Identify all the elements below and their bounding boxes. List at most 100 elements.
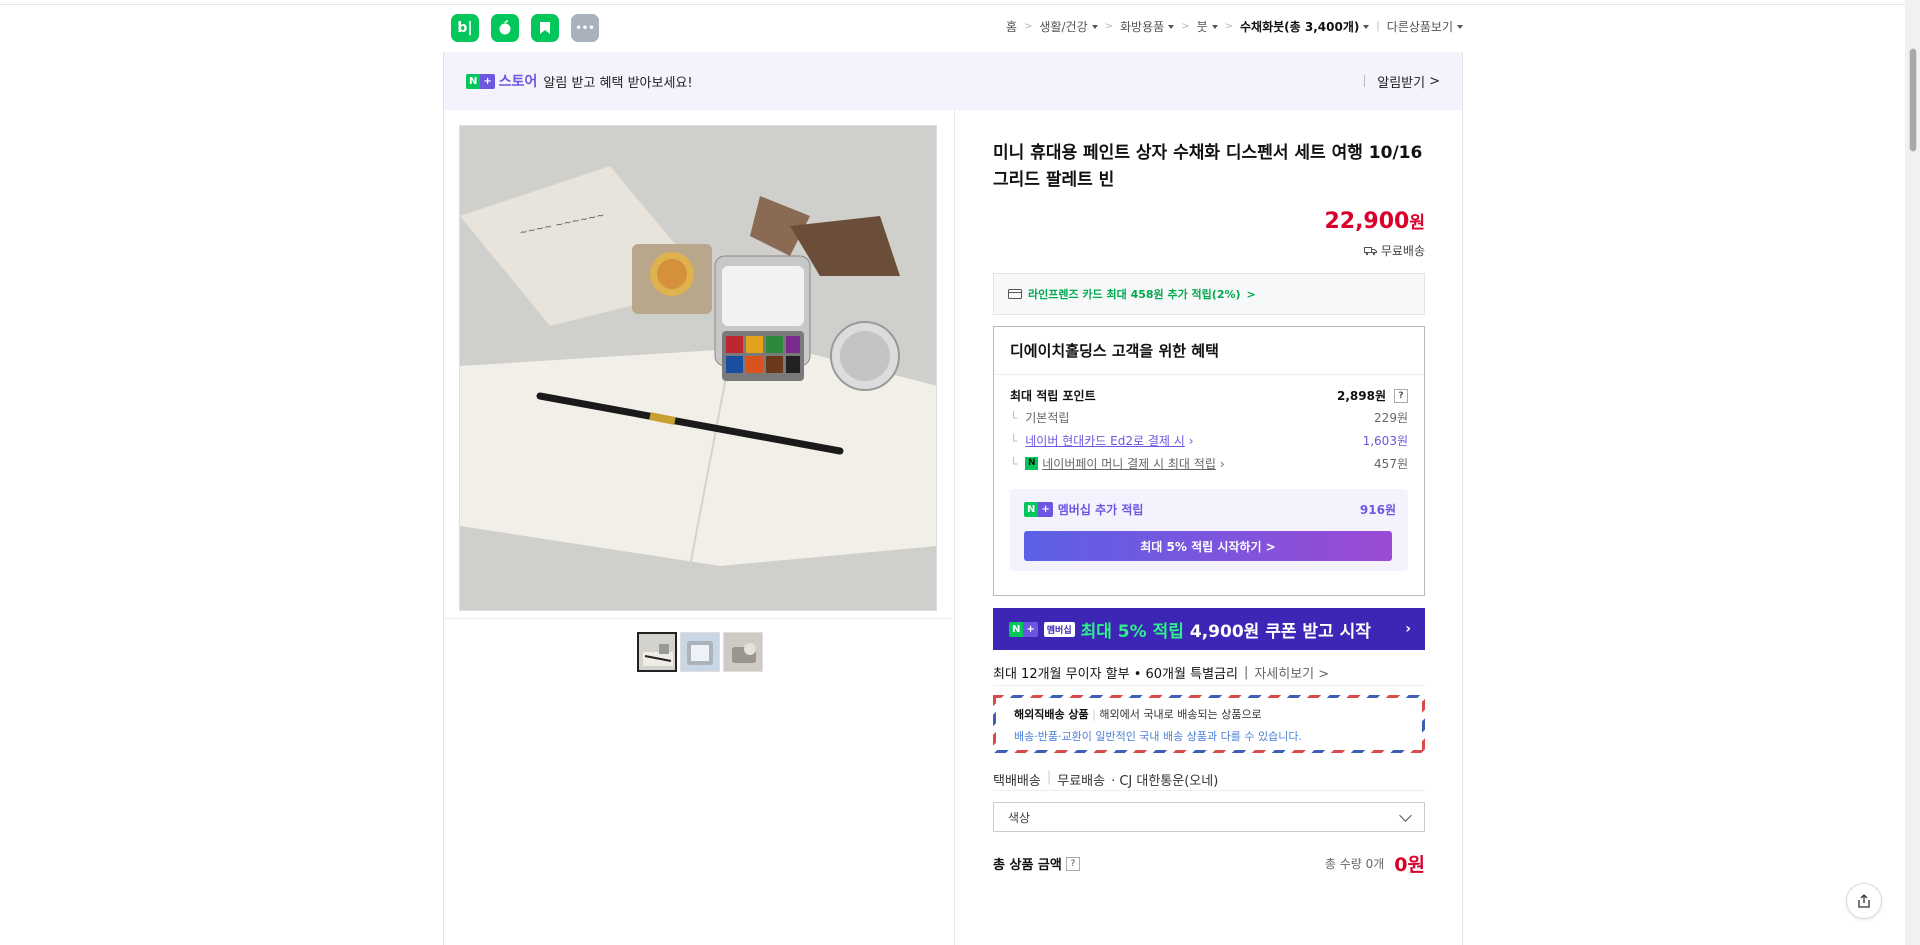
thumbnail-2[interactable]	[680, 632, 720, 672]
divider	[1364, 75, 1366, 87]
price-unit: 원	[1409, 213, 1425, 233]
promo-text: 4,900원 쿠폰 받고 시작	[1189, 621, 1371, 642]
help-icon[interactable]: ?	[1065, 856, 1080, 871]
basic-points-row: └ 기본적립 229원	[1010, 409, 1408, 426]
card-benefit-link[interactable]: 라인프렌즈 카드 최대 458원 추가 적립(2%) >	[993, 273, 1425, 315]
blog-app-icon[interactable]: b|	[451, 14, 479, 42]
chevron-right-icon: ›	[1219, 456, 1225, 471]
chevron-right-icon: >	[1429, 73, 1440, 89]
pay-points-value: 457원	[1374, 457, 1408, 471]
credit-card-icon	[1008, 289, 1022, 299]
divider	[993, 685, 1425, 686]
thumbnail-image	[724, 633, 762, 671]
divider: |	[1243, 665, 1249, 680]
scrollbar-thumb[interactable]	[1909, 48, 1917, 152]
gallery-divider	[444, 618, 954, 619]
n-badge: N	[1024, 502, 1039, 517]
delivery-type: 택배배송	[993, 774, 1041, 789]
store-alert-banner: N + 스토어 알림 받고 혜택 받아보세요! 알림받기 >	[444, 52, 1462, 110]
divider: |	[1046, 770, 1052, 785]
price-value: 22,900	[1324, 209, 1410, 234]
product-photo: ~~~~ ~~~~~~	[460, 126, 936, 610]
alarm-button-label: 알림받기	[1377, 75, 1426, 91]
page-scrollbar[interactable]	[1905, 0, 1920, 945]
overseas-notice: 배송·반품·교환이 일반적인 국내 배송 상품과 다를 수 있습니다.	[1014, 730, 1302, 743]
delivery-fee: 무료배송	[1057, 774, 1106, 789]
pay-points-link[interactable]: 네이버페이 머니 결제 시 최대 적립	[1042, 455, 1216, 472]
share-icon	[1858, 894, 1870, 908]
thumbnail-image	[639, 634, 675, 670]
product-main-image[interactable]: ~~~~ ~~~~~~	[459, 125, 937, 611]
breadcrumb: 홈 > 생활/건강 > 화방용품 > 붓 > 수채화붓(총 3,400개) | …	[1006, 18, 1463, 35]
card-points-link[interactable]: 네이버 현대카드 Ed2로 결제 시	[1025, 432, 1185, 449]
chevron-right-icon: ›	[1188, 433, 1194, 448]
benefit-heading: 디에이치홀딩스 고객을 위한 혜택	[994, 327, 1424, 375]
breadcrumb-category-3[interactable]: 붓	[1197, 18, 1218, 35]
chevron-right-icon: >	[1246, 287, 1256, 301]
more-app-icon[interactable]: •••	[571, 14, 599, 42]
membership-start-button[interactable]: 최대 5% 적립 시작하기 >	[1024, 531, 1392, 561]
chevron-down-icon	[1399, 808, 1412, 822]
delivery-carrier: · CJ 대한통운(오네)	[1111, 774, 1219, 789]
card-benefit-text: 라인프렌즈 카드 최대 458원 추가 적립(2%)	[1028, 288, 1241, 301]
cafe-icon	[499, 20, 511, 35]
breadcrumb-separator: >	[1224, 21, 1234, 32]
app-shortcuts: b| •••	[451, 14, 599, 42]
bookmark-app-icon[interactable]	[531, 14, 559, 42]
n-badge: N	[1009, 621, 1024, 637]
breadcrumb-separator: >	[1104, 21, 1114, 32]
other-products-dropdown[interactable]: 다른상품보기	[1387, 18, 1463, 35]
card-points-row: └ 네이버 현대카드 Ed2로 결제 시 › 1,603원	[1010, 432, 1408, 449]
shipping-label: 무료배송	[1380, 244, 1425, 258]
product-price: 22,900원	[1324, 208, 1425, 234]
n-badge: N	[466, 73, 481, 89]
alarm-button[interactable]: 알림받기 >	[1364, 72, 1440, 91]
store-label: 스토어	[498, 74, 538, 90]
membership-label: 멤버십 추가 적립	[1057, 503, 1144, 517]
card-points-value: 1,603원	[1362, 434, 1408, 448]
color-option-select[interactable]: 색상	[993, 802, 1425, 832]
overseas-shipping-notice: 해외직배송 상품 | 해외에서 국내로 배송되는 상품으로 배송·반품·교환이 …	[993, 695, 1425, 753]
breadcrumb-category-2[interactable]: 화방용품	[1120, 18, 1174, 35]
naver-plus-badge: N +	[1009, 621, 1038, 637]
overseas-title: 해외직배송 상품	[1014, 708, 1089, 721]
basic-points-value: 229원	[1374, 411, 1408, 425]
total-label: 총 상품 금액	[993, 858, 1062, 873]
tree-branch-icon: └	[1010, 410, 1018, 425]
thumbnail-image	[681, 633, 719, 671]
shipping-info: 무료배송	[1363, 242, 1425, 259]
total-amount: 0원	[1394, 854, 1425, 876]
delivery-info: 택배배송 | 무료배송 · CJ 대한통운(오네)	[993, 770, 1218, 789]
page-container: b| ••• 홈 > 생활/건강 > 화방용품 > 붓 > 수채화붓(총 3,4…	[443, 0, 1463, 945]
installment-detail-link[interactable]: 자세히보기 >	[1254, 663, 1329, 682]
chevron-right-icon: ›	[1405, 621, 1411, 637]
max-points-value: 2,898원	[1337, 389, 1386, 403]
truck-icon	[1363, 246, 1377, 255]
pay-points-row: └ N 네이버페이 머니 결제 시 최대 적립 › 457원	[1010, 455, 1408, 472]
product-frame: N + 스토어 알림 받고 혜택 받아보세요! 알림받기 > ~~~~ ~~~~…	[443, 52, 1463, 945]
share-button[interactable]	[1846, 883, 1882, 919]
plus-badge: +	[1023, 621, 1038, 637]
thumbnail-1[interactable]	[637, 632, 677, 672]
overseas-desc: 해외에서 국내로 배송되는 상품으로	[1099, 708, 1262, 721]
thumbnail-strip	[637, 632, 763, 672]
membership-value: 916원	[1359, 503, 1396, 517]
color-option-placeholder: 색상	[1008, 810, 1031, 825]
breadcrumb-separator: >	[1181, 21, 1190, 32]
breadcrumb-category-1[interactable]: 생활/건강	[1039, 18, 1097, 35]
breadcrumb-current[interactable]: 수채화붓(총 3,400개)	[1240, 18, 1369, 35]
overseas-line-1: 해외직배송 상품 | 해외에서 국내로 배송되는 상품으로	[1014, 708, 1262, 721]
npay-icon: N	[1025, 457, 1039, 470]
thumbnail-3[interactable]	[723, 632, 763, 672]
breadcrumb-home[interactable]: 홈	[1006, 18, 1017, 35]
help-icon[interactable]: ?	[1394, 388, 1408, 403]
promo-highlight: 최대 5% 적립	[1080, 621, 1184, 642]
membership-row: N + 멤버십 추가 적립 916원	[1024, 501, 1396, 518]
basic-points-label: 기본적립	[1025, 411, 1070, 425]
naver-plus-badge: N +	[1024, 502, 1053, 517]
product-title: 미니 휴대용 페인트 상자 수채화 디스펜서 세트 여행 10/16 그리드 팔…	[993, 143, 1423, 190]
membership-coupon-banner[interactable]: N + 멤버십 최대 5% 적립 4,900원 쿠폰 받고 시작 ›	[993, 608, 1425, 650]
divider	[993, 790, 1425, 791]
membership-badge: 멤버십	[1043, 621, 1075, 637]
cafe-app-icon[interactable]	[491, 14, 519, 42]
